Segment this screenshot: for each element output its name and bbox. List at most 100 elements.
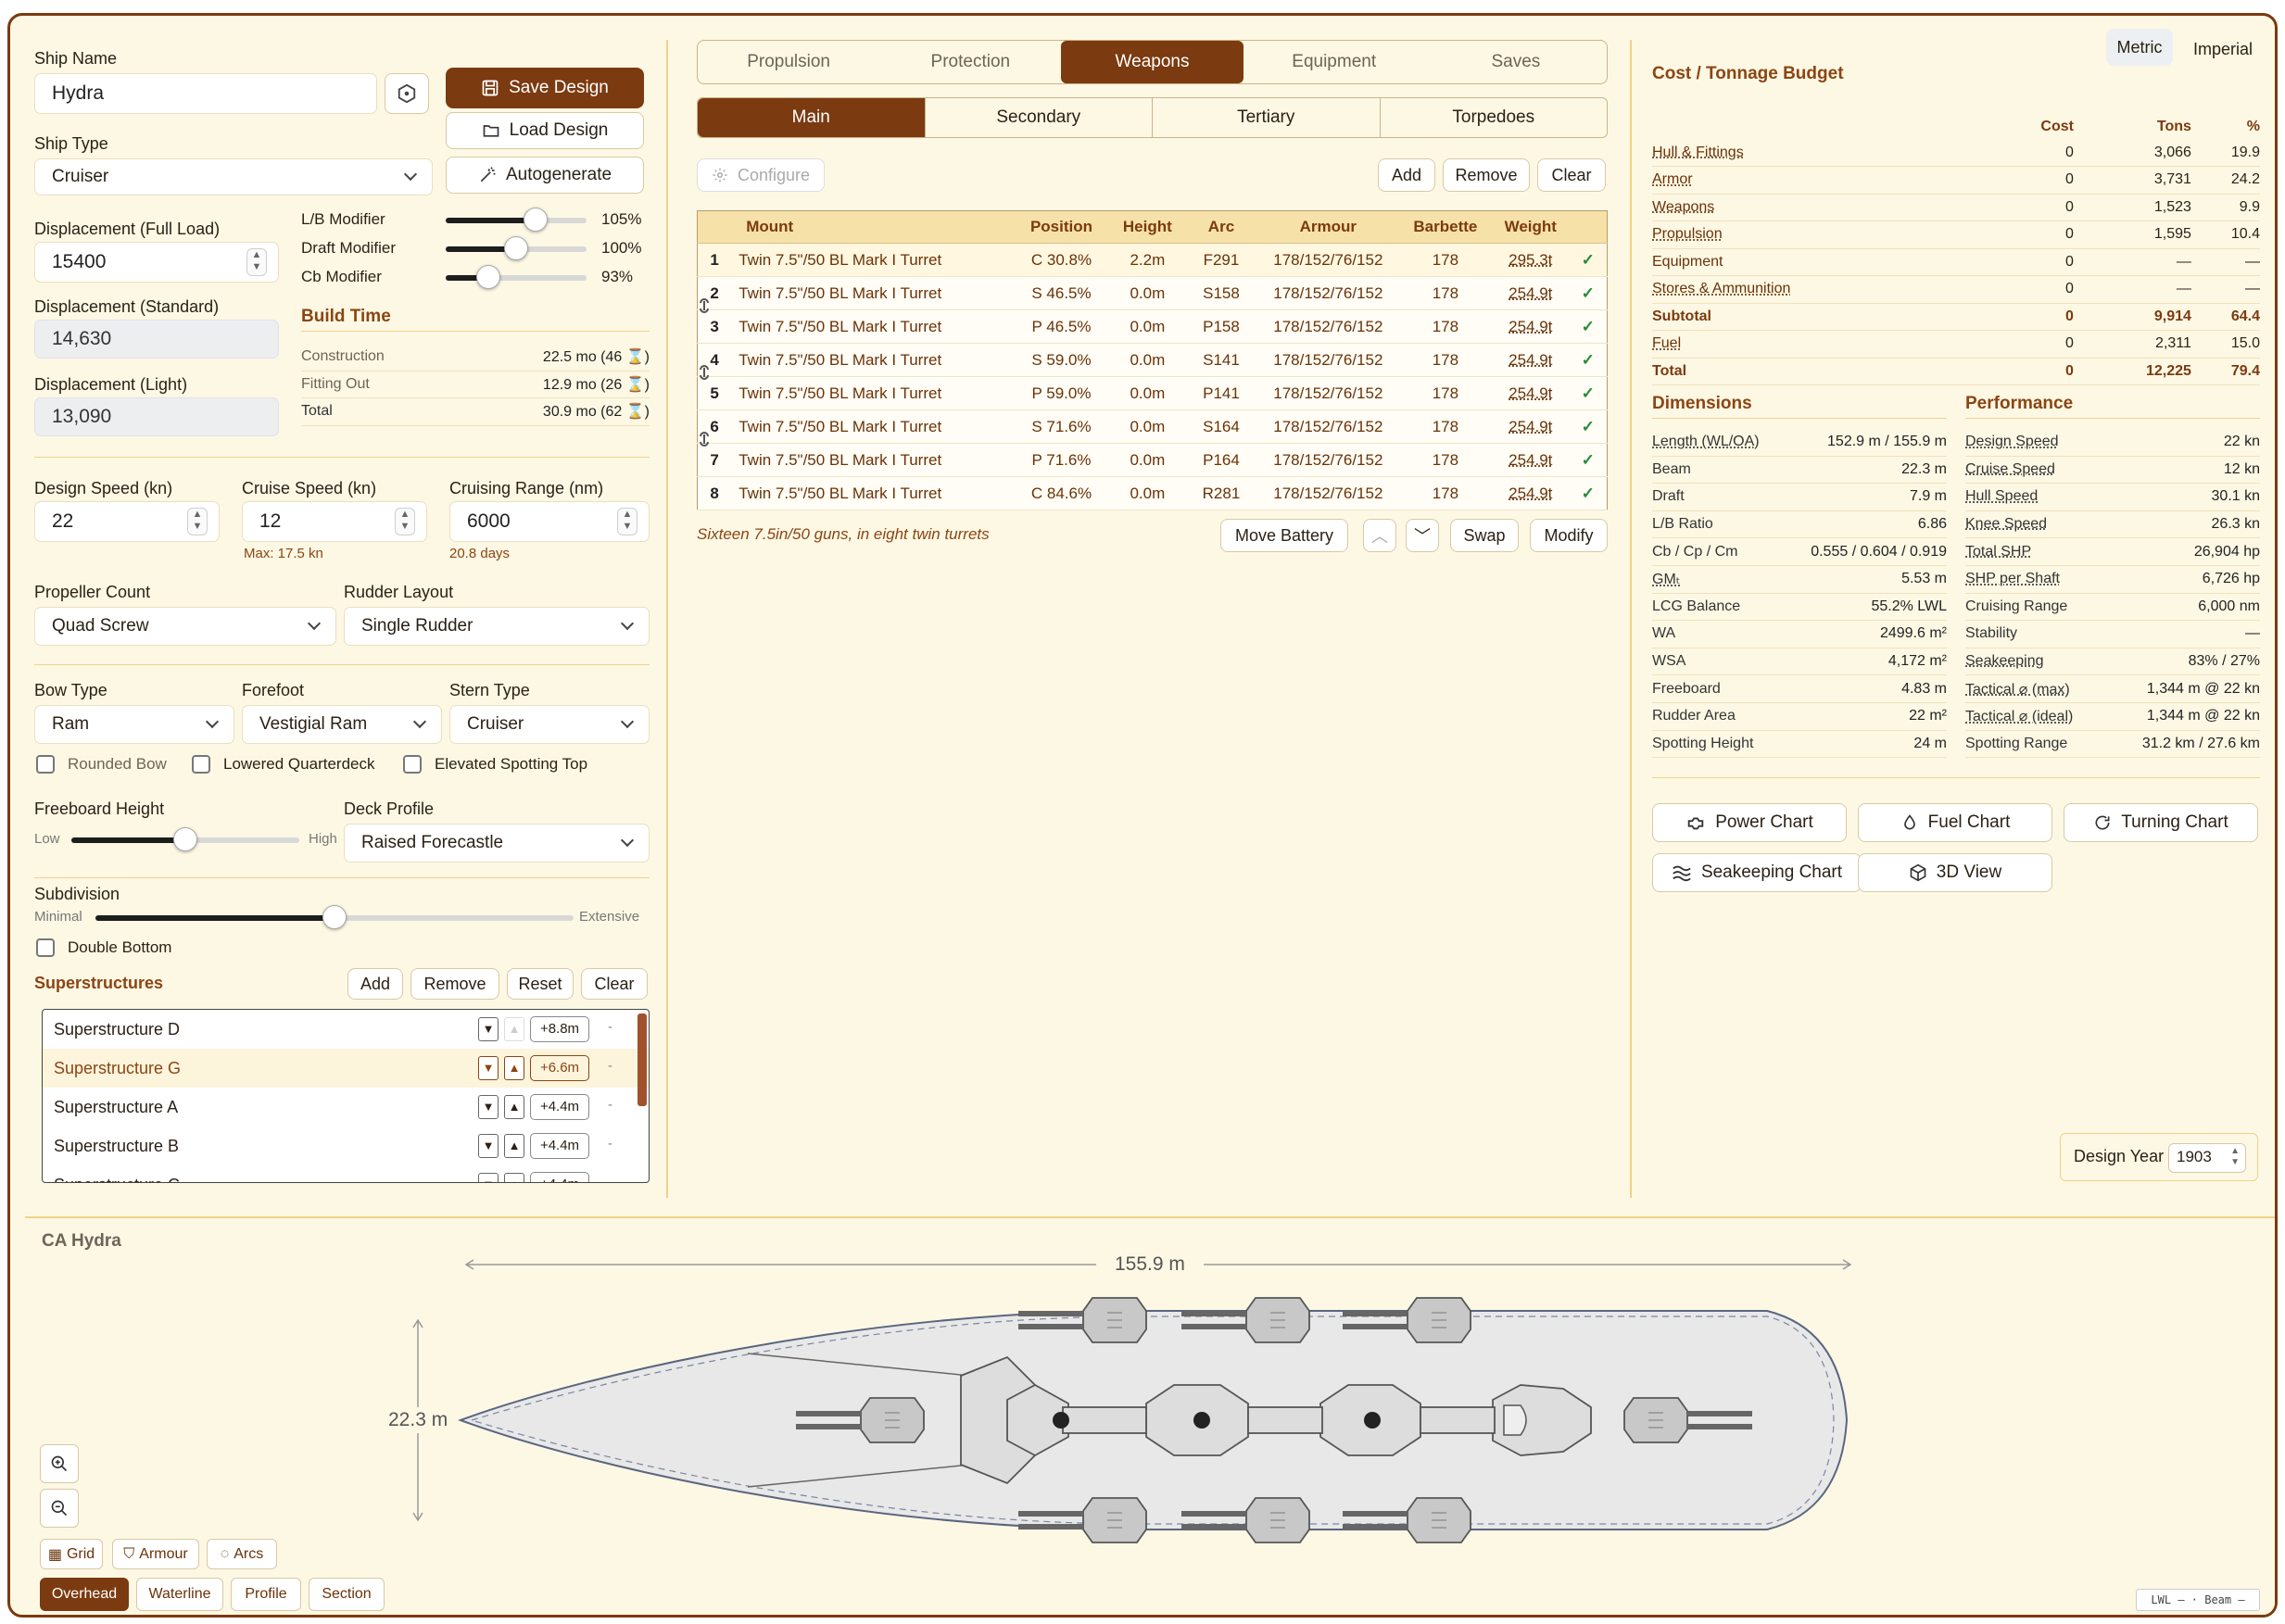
save-design-button[interactable]: Save Design [446, 68, 644, 108]
height-badge[interactable]: +4.4m [530, 1172, 589, 1182]
deck-profile-select[interactable]: Raised Forecastle [344, 824, 650, 862]
elevated-top-checkbox[interactable] [403, 755, 422, 774]
freeboard-slider[interactable] [71, 827, 299, 851]
weapon-clear-button[interactable]: Clear [1537, 158, 1606, 192]
lowered-quarterdeck-checkbox[interactable] [192, 755, 210, 774]
superstructure-item[interactable]: Superstructure B ▼ ▲ +4.4m - [43, 1127, 649, 1165]
move-down-icon[interactable]: ▼ [478, 1173, 499, 1182]
spinner-icon[interactable]: ▲ ▼ [617, 508, 638, 535]
move-down-icon[interactable]: ▼ [478, 1056, 499, 1080]
tab-protection[interactable]: Protection [879, 41, 1061, 83]
height-badge[interactable]: +6.6m [530, 1055, 589, 1081]
forefoot-select[interactable]: Vestigial Ram [242, 705, 442, 744]
height-badge[interactable]: +4.4m [530, 1133, 589, 1159]
subtab-torpedoes[interactable]: Torpedoes [1381, 98, 1608, 137]
menu-dash-icon[interactable]: - [608, 1058, 612, 1074]
zoom-out-button[interactable] [40, 1489, 79, 1528]
spinner-icon[interactable]: ▲ ▼ [2230, 1146, 2240, 1168]
ship-view-canvas[interactable]: CA Hydra 155.9 m 22.3 m ▦ Grid ⛉ Armour ◌ A… [25, 1216, 2275, 1615]
table-row[interactable]: 5 Twin 7.5"/50 BL Mark I Turret P 59.0% 0.0… [697, 376, 1608, 410]
disp-full-input[interactable]: 15400 ▲ ▼ [34, 242, 279, 283]
ship-type-select[interactable]: Cruiser [34, 158, 433, 195]
height-badge[interactable]: +8.8m [530, 1016, 589, 1042]
ship-name-input[interactable]: Hydra [34, 73, 377, 114]
superstructure-item[interactable]: Superstructure D ▼ ▲ +8.8m - [43, 1010, 649, 1049]
view-mode-overhead[interactable]: Overhead [40, 1578, 129, 1611]
scrollbar-thumb[interactable] [638, 1013, 647, 1106]
tab-weapons[interactable]: Weapons [1061, 41, 1243, 83]
design-year-input[interactable]: 1903 ▲ ▼ [2168, 1143, 2246, 1173]
move-up-icon[interactable]: ▲ [504, 1134, 524, 1158]
design-speed-input[interactable]: 22 ▲ ▼ [34, 501, 220, 542]
tab-propulsion[interactable]: Propulsion [698, 41, 879, 83]
ss-clear-button[interactable]: Clear [581, 968, 648, 1000]
seakeeping-chart-button[interactable]: Seakeeping Chart [1652, 853, 1862, 892]
turning-chart-button[interactable]: Turning Chart [2064, 803, 2258, 842]
menu-dash-icon[interactable]: - [608, 1136, 612, 1152]
move-battery-button[interactable]: Move Battery [1220, 519, 1348, 552]
view-3d-button[interactable]: 3D View [1858, 853, 2052, 892]
subtab-main[interactable]: Main [698, 98, 926, 137]
table-row[interactable]: 2 Twin 7.5"/50 BL Mark I Turret S 46.5% 0.0… [697, 276, 1608, 310]
swap-button[interactable]: Swap [1450, 519, 1519, 552]
move-down-button[interactable]: ﹀ [1406, 519, 1439, 552]
cb-modifier-slider[interactable] [446, 265, 587, 289]
zoom-in-button[interactable] [40, 1444, 79, 1483]
spinner-icon[interactable]: ▲ ▼ [187, 508, 208, 535]
move-down-icon[interactable]: ▼ [478, 1095, 499, 1119]
armour-toggle[interactable]: ⛉ Armour [112, 1539, 199, 1569]
table-row[interactable]: 4 Twin 7.5"/50 BL Mark I Turret S 59.0% 0.0… [697, 343, 1608, 377]
superstructure-item[interactable]: Superstructure C ▼ ▲ +4.4m [43, 1165, 649, 1182]
move-down-icon[interactable]: ▼ [478, 1134, 499, 1158]
table-row[interactable]: 6 Twin 7.5"/50 BL Mark I Turret S 71.6% 0.0… [697, 409, 1608, 444]
grid-toggle[interactable]: ▦ Grid [40, 1539, 103, 1569]
configure-button[interactable]: Configure [697, 158, 825, 192]
subtab-tertiary[interactable]: Tertiary [1153, 98, 1381, 137]
weapon-remove-button[interactable]: Remove [1443, 158, 1530, 192]
ss-add-button[interactable]: Add [347, 968, 403, 1000]
range-input[interactable]: 6000 ▲ ▼ [449, 501, 650, 542]
ss-remove-button[interactable]: Remove [410, 968, 499, 1000]
weapon-add-button[interactable]: Add [1378, 158, 1435, 192]
table-row[interactable]: 8 Twin 7.5"/50 BL Mark I Turret C 84.6% 0.0… [697, 476, 1608, 510]
superstructure-item[interactable]: Superstructure G ▼ ▲ +6.6m - [43, 1049, 649, 1088]
move-up-icon[interactable]: ▲ [504, 1056, 524, 1080]
subtab-secondary[interactable]: Secondary [926, 98, 1153, 137]
stern-type-select[interactable]: Cruiser [449, 705, 650, 744]
move-up-icon[interactable]: ▲ [504, 1095, 524, 1119]
view-mode-profile[interactable]: Profile [231, 1578, 301, 1611]
arcs-toggle[interactable]: ◌ Arcs [207, 1539, 277, 1569]
move-up-button[interactable]: ︿ [1363, 519, 1396, 552]
bow-type-select[interactable]: Ram [34, 705, 234, 744]
table-row[interactable]: 3 Twin 7.5"/50 BL Mark I Turret P 46.5% 0.0… [697, 309, 1608, 344]
cruise-speed-input[interactable]: 12 ▲ ▼ [242, 501, 427, 542]
load-design-button[interactable]: Load Design [446, 112, 644, 149]
fuel-chart-button[interactable]: Fuel Chart [1858, 803, 2052, 842]
tab-saves[interactable]: Saves [1425, 41, 1607, 83]
draft-modifier-slider[interactable] [446, 236, 587, 260]
autogenerate-button[interactable]: Autogenerate [446, 157, 644, 194]
power-chart-button[interactable]: Power Chart [1652, 803, 1847, 842]
view-mode-section[interactable]: Section [309, 1578, 385, 1611]
move-down-icon[interactable]: ▼ [478, 1017, 499, 1041]
ss-reset-button[interactable]: Reset [507, 968, 574, 1000]
propeller-select[interactable]: Quad Screw [34, 607, 336, 646]
superstructure-item[interactable]: Superstructure A ▼ ▲ +4.4m - [43, 1088, 649, 1127]
menu-dash-icon[interactable]: - [608, 1097, 612, 1113]
randomize-name-button[interactable] [385, 73, 429, 114]
subdivision-slider[interactable] [95, 905, 574, 929]
move-up-icon[interactable]: ▲ [504, 1173, 524, 1182]
rudder-select[interactable]: Single Rudder [344, 607, 650, 646]
spinner-icon[interactable]: ▲ ▼ [246, 248, 267, 276]
imperial-toggle[interactable]: Imperial [2193, 40, 2253, 59]
rounded-bow-checkbox[interactable] [36, 755, 55, 774]
double-bottom-checkbox[interactable] [36, 938, 55, 957]
view-mode-waterline[interactable]: Waterline [136, 1578, 223, 1611]
lb-modifier-slider[interactable] [446, 208, 587, 232]
spinner-icon[interactable]: ▲ ▼ [395, 508, 415, 535]
tab-equipment[interactable]: Equipment [1243, 41, 1425, 83]
table-row[interactable]: 1 Twin 7.5"/50 BL Mark I Turret C 30.8% 2.2… [697, 243, 1608, 277]
metric-toggle[interactable]: Metric [2106, 29, 2173, 66]
modify-button[interactable]: Modify [1530, 519, 1608, 552]
superstructure-list[interactable]: Superstructure D ▼ ▲ +8.8m - Superstructure… [42, 1009, 650, 1183]
